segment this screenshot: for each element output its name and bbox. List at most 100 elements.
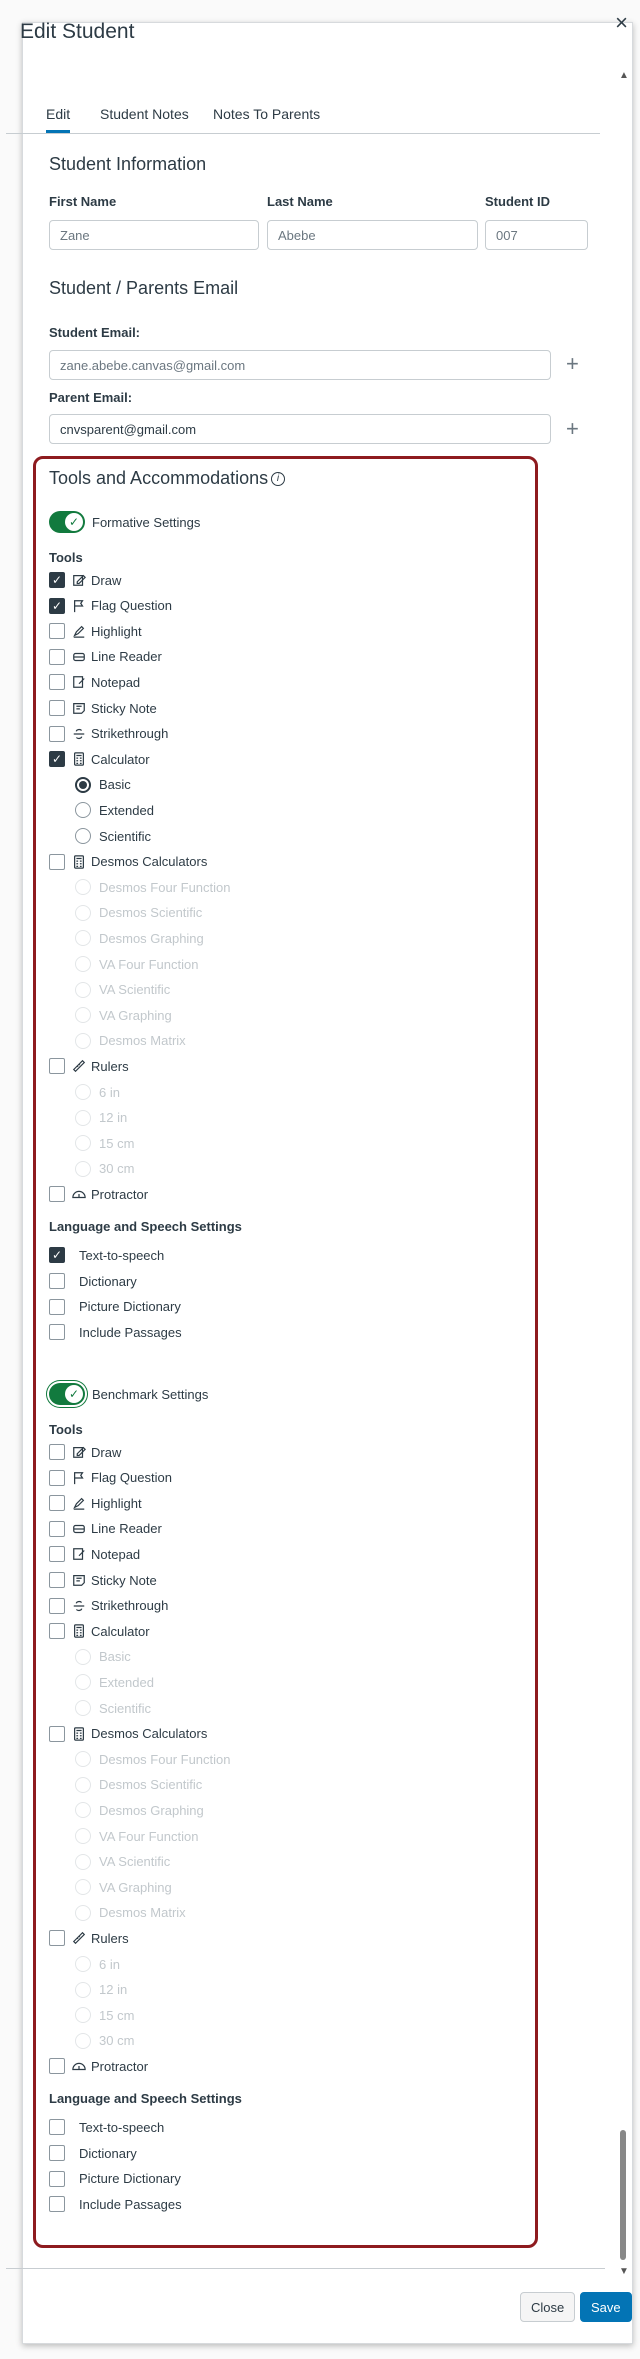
benchmark-ruler-option-radio [75, 1956, 91, 1972]
tab-student-notes[interactable]: Student Notes [100, 106, 189, 122]
benchmark-line-reader-row[interactable]: Line Reader [49, 1519, 162, 1539]
info-icon[interactable]: i [271, 472, 285, 486]
benchmark-dictionary-row[interactable]: Dictionary [49, 2143, 137, 2163]
benchmark-line-reader-checkbox[interactable] [49, 1520, 65, 1537]
benchmark-tts-row[interactable]: Text-to-speech [49, 2117, 164, 2137]
formative-calc-scientific-radio[interactable] [75, 828, 91, 844]
benchmark-flag-checkbox[interactable] [49, 1469, 65, 1486]
benchmark-rulers-row[interactable]: Rulers [49, 1928, 129, 1948]
notepad-icon [71, 1546, 87, 1562]
benchmark-picture-dictionary-checkbox[interactable] [49, 2170, 65, 2187]
formative-desmos-row[interactable]: Desmos Calculators [49, 852, 207, 872]
tab-bar: Edit Student Notes Notes To Parents [6, 82, 600, 134]
benchmark-protractor-checkbox[interactable] [49, 2058, 65, 2075]
benchmark-notepad-checkbox[interactable] [49, 1546, 65, 1563]
add-parent-email-icon[interactable]: + [566, 418, 579, 440]
benchmark-include-passages-row[interactable]: Include Passages [49, 2194, 182, 2214]
benchmark-sticky-row[interactable]: Sticky Note [49, 1570, 157, 1590]
scroll-thumb[interactable] [620, 2130, 626, 2260]
formative-protractor-row[interactable]: Protractor [49, 1184, 148, 1204]
parent-email-input[interactable]: cnvsparent@gmail.com [49, 414, 551, 444]
formative-picture-dictionary-checkbox[interactable] [49, 1298, 65, 1315]
formative-rulers-checkbox[interactable] [49, 1058, 65, 1075]
formative-calc-extended-radio[interactable] [75, 802, 91, 819]
tab-notes-to-parents[interactable]: Notes To Parents [213, 106, 320, 122]
benchmark-flag-row[interactable]: Flag Question [49, 1468, 172, 1488]
formative-calc-extended-row[interactable]: Extended [75, 800, 154, 820]
scroll-up-icon[interactable]: ▲ [619, 70, 629, 81]
benchmark-sticky-checkbox[interactable] [49, 1572, 65, 1588]
formative-settings-toggle[interactable]: ✓ [49, 511, 85, 533]
formative-sticky-checkbox[interactable] [49, 700, 65, 716]
benchmark-desmos-row[interactable]: Desmos Calculators [49, 1724, 207, 1744]
benchmark-calculator-row[interactable]: Calculator [49, 1621, 150, 1641]
benchmark-notepad-row[interactable]: Notepad [49, 1544, 140, 1564]
benchmark-strike-checkbox[interactable] [49, 1597, 65, 1614]
benchmark-calculator-checkbox[interactable] [49, 1623, 65, 1640]
formative-calc-basic-row[interactable]: Basic [75, 775, 131, 795]
formative-strike-checkbox[interactable] [49, 725, 65, 742]
benchmark-strike-row[interactable]: Strikethrough [49, 1596, 168, 1616]
formative-notepad-checkbox[interactable] [49, 674, 65, 691]
formative-draw-row[interactable]: ✓ Draw [49, 570, 121, 590]
formative-notepad-row[interactable]: Notepad [49, 672, 140, 692]
tab-edit[interactable]: Edit [46, 106, 71, 133]
formative-desmos-option-radio [75, 981, 91, 998]
formative-rulers-row[interactable]: Rulers [49, 1056, 129, 1076]
benchmark-ruler-option-label: 6 in [99, 1956, 120, 1972]
scrollbar[interactable]: ▲ ▼ [619, 70, 629, 2277]
formative-line-reader-row[interactable]: Line Reader [49, 647, 162, 667]
benchmark-draw-label: Draw [91, 1444, 122, 1460]
last-name-input[interactable]: Abebe [267, 220, 478, 250]
formative-flag-checkbox[interactable]: ✓ [49, 597, 65, 614]
calculator-icon [71, 751, 87, 767]
formative-desmos-checkbox[interactable] [49, 853, 65, 870]
benchmark-desmos-option-row: Desmos Matrix [75, 1903, 186, 1923]
benchmark-tts-checkbox[interactable] [49, 2119, 65, 2136]
scroll-down-icon[interactable]: ▼ [619, 2266, 629, 2277]
formative-include-passages-row[interactable]: Include Passages [49, 1322, 182, 1342]
benchmark-dictionary-checkbox[interactable] [49, 2145, 65, 2161]
benchmark-highlight-row[interactable]: Highlight [49, 1493, 142, 1513]
formative-picture-dictionary-row[interactable]: Picture Dictionary [49, 1297, 181, 1317]
formative-calc-scientific-row[interactable]: Scientific [75, 826, 151, 846]
formative-tts-checkbox[interactable]: ✓ [49, 1247, 65, 1264]
formative-desmos-option-label: VA Scientific [99, 982, 171, 998]
formative-draw-checkbox[interactable]: ✓ [49, 572, 65, 588]
formative-sticky-row[interactable]: Sticky Note [49, 698, 157, 718]
formative-flag-row[interactable]: ✓ Flag Question [49, 596, 172, 616]
formative-include-passages-checkbox[interactable] [49, 1324, 65, 1341]
benchmark-draw-checkbox[interactable] [49, 1444, 65, 1460]
student-id-input[interactable]: 007 [485, 220, 588, 250]
benchmark-desmos-option-label: Desmos Matrix [99, 1905, 186, 1921]
close-icon[interactable]: × [615, 12, 628, 34]
formative-highlight-checkbox[interactable] [49, 623, 65, 640]
formative-dictionary-checkbox[interactable] [49, 1273, 65, 1289]
benchmark-picture-dictionary-row[interactable]: Picture Dictionary [49, 2169, 181, 2189]
benchmark-desmos-option-radio [75, 1751, 91, 1768]
benchmark-desmos-option-label: Desmos Graphing [99, 1802, 204, 1818]
formative-highlight-row[interactable]: Highlight [49, 621, 142, 641]
formative-strike-row[interactable]: Strikethrough [49, 724, 168, 744]
formative-tts-row[interactable]: ✓ Text-to-speech [49, 1245, 164, 1265]
benchmark-protractor-row[interactable]: Protractor [49, 2056, 148, 2076]
formative-calculator-row[interactable]: ✓ Calculator [49, 749, 150, 769]
formative-calc-basic-radio[interactable] [75, 776, 91, 793]
benchmark-calc-basic-label: Basic [99, 1649, 131, 1665]
formative-line-reader-checkbox[interactable] [49, 648, 65, 665]
first-name-input[interactable]: Zane [49, 220, 259, 250]
save-button[interactable]: Save [580, 2292, 632, 2322]
formative-calculator-checkbox[interactable]: ✓ [49, 751, 65, 768]
benchmark-include-passages-label: Include Passages [79, 2196, 182, 2212]
benchmark-settings-toggle[interactable]: ✓ [49, 1383, 85, 1405]
benchmark-desmos-checkbox[interactable] [49, 1725, 65, 1742]
benchmark-highlight-checkbox[interactable] [49, 1495, 65, 1512]
benchmark-draw-row[interactable]: Draw [49, 1442, 121, 1462]
add-student-email-icon[interactable]: + [566, 353, 579, 375]
close-button[interactable]: Close [520, 2292, 576, 2322]
formative-dictionary-row[interactable]: Dictionary [49, 1271, 137, 1291]
formative-protractor-checkbox[interactable] [49, 1186, 65, 1203]
student-email-input[interactable]: zane.abebe.canvas@gmail.com [49, 350, 551, 380]
benchmark-rulers-checkbox[interactable] [49, 1930, 65, 1947]
benchmark-include-passages-checkbox[interactable] [49, 2196, 65, 2213]
